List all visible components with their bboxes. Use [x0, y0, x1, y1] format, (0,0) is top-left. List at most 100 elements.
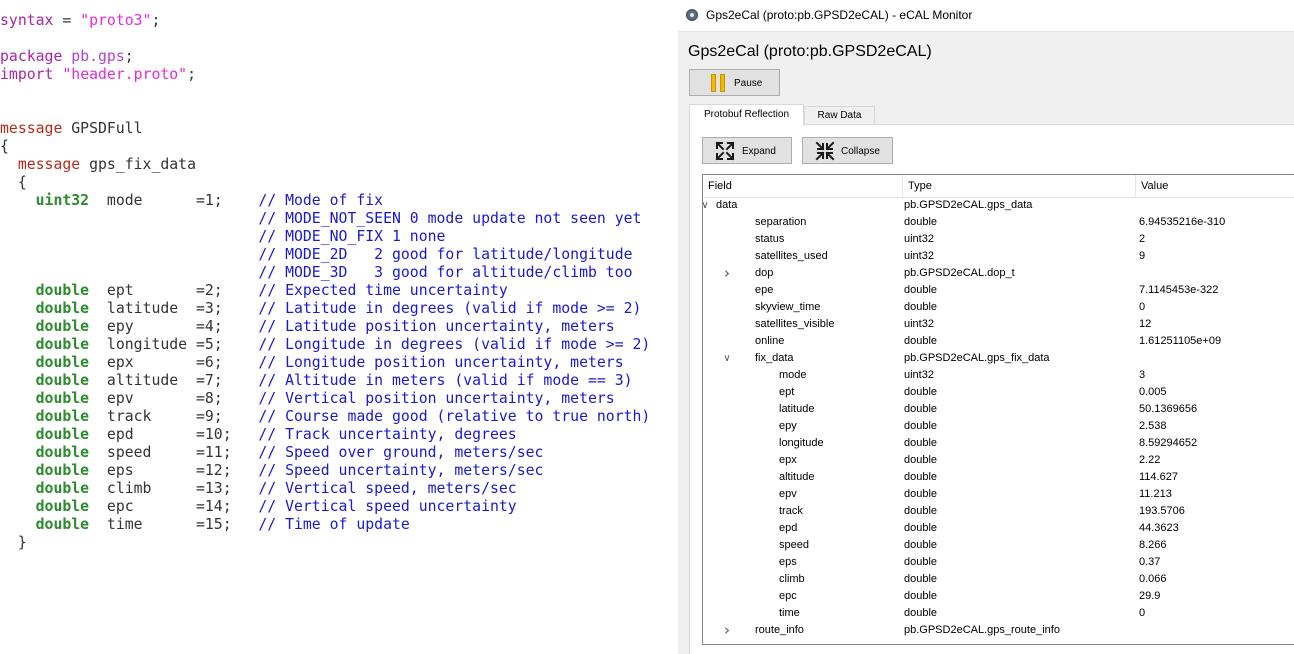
- protobuf-tree-view[interactable]: Field Type Value ∨ data pb.GPSD2eCAL.gps_d…: [702, 174, 1294, 645]
- tree-row[interactable]: speed double 8.266: [703, 537, 1294, 554]
- proto-code-editor[interactable]: syntax = "proto3"; package pb.gps; import…: [0, 0, 676, 654]
- code-token: package: [0, 48, 63, 65]
- tree-field-value: 12: [1139, 318, 1152, 330]
- tree-field-value: 3: [1139, 369, 1146, 381]
- tree-row[interactable]: ept double 0.005: [703, 384, 1294, 401]
- code-line: double eps =12; // Speed uncertainty, me…: [0, 462, 650, 480]
- code-token: uint32: [35, 192, 90, 209]
- code-token: // Vertical position uncertainty, meters: [258, 390, 615, 407]
- tree-field-value: 50.1369656: [1139, 403, 1198, 415]
- code-line: double track =9; // Course made good (re…: [0, 408, 651, 426]
- tree-row[interactable]: time double 0: [703, 605, 1294, 622]
- column-header-type[interactable]: Type: [903, 175, 1136, 197]
- tree-field-type: double: [904, 556, 938, 568]
- tree-row[interactable]: epd double 44.3623: [703, 520, 1294, 537]
- collapse-label: Collapse: [841, 146, 880, 157]
- code-token: // MODE_NOT_SEEN 0 mode update not seen …: [258, 210, 642, 227]
- code-token: // Longitude position uncertainty, meter…: [258, 354, 624, 371]
- code-line: double epd =10; // Track uncertainty, de…: [0, 426, 650, 444]
- code-line: package pb.gps;: [0, 48, 650, 66]
- ecal-monitor-icon: [686, 9, 698, 21]
- window-titlebar[interactable]: Gps2eCal (proto:pb.GPSD2eCAL) - eCAL Mon…: [678, 0, 1294, 32]
- tree-row[interactable]: epc double 29.9: [703, 588, 1294, 605]
- tree-field-name: epe: [755, 284, 774, 296]
- tree-row[interactable]: status uint32 2: [703, 231, 1294, 248]
- tree-row[interactable]: longitude double 8.59294652: [703, 435, 1294, 452]
- tree-row[interactable]: ∨ fix_data pb.GPSD2eCAL.gps_fix_data: [703, 350, 1294, 367]
- tree-field-name: dop: [755, 267, 774, 279]
- tree-row[interactable]: › dop pb.GPSD2eCAL.dop_t: [703, 265, 1294, 282]
- tree-field-name: route_info: [755, 624, 804, 636]
- tree-row[interactable]: mode uint32 3: [703, 367, 1294, 384]
- tab-protobuf-reflection[interactable]: Protobuf Reflection: [689, 104, 804, 126]
- tree-field-type: double: [904, 522, 938, 534]
- code-token: {: [0, 138, 9, 155]
- code-token: double: [35, 300, 90, 317]
- tree-field-name: epy: [779, 420, 797, 432]
- tree-row[interactable]: epe double 7.1145453e-322: [703, 282, 1294, 299]
- code-line: double epv =8; // Vertical position unce…: [0, 390, 650, 408]
- code-token: // MODE_2D 2 good for latitude/longitude: [258, 246, 633, 263]
- code-line: double epc =14; // Vertical speed uncert…: [0, 498, 650, 516]
- code-line: double epy =4; // Latitude position unce…: [0, 318, 650, 336]
- column-header-field[interactable]: Field: [703, 175, 903, 197]
- tree-row[interactable]: climb double 0.066: [703, 571, 1294, 588]
- tree-field-type: pb.GPSD2eCAL.dop_t: [904, 267, 1015, 279]
- tab-raw-data[interactable]: Raw Data: [804, 106, 875, 125]
- code-token: epy =4;: [89, 318, 259, 335]
- code-line: import "header.proto";: [0, 66, 650, 84]
- chevron-right-icon[interactable]: ›: [721, 265, 733, 282]
- code-token: // Speed uncertainty, meters/sec: [258, 462, 544, 479]
- code-token: eps =12;: [89, 462, 259, 479]
- tree-row[interactable]: track double 193.5706: [703, 503, 1294, 520]
- expand-button[interactable]: Expand: [702, 137, 792, 164]
- code-line: double epx =6; // Longitude position unc…: [0, 354, 650, 372]
- chevron-right-icon[interactable]: ›: [721, 622, 733, 639]
- tree-row[interactable]: epx double 2.22: [703, 452, 1294, 469]
- tree-row[interactable]: separation double 6.94535216e-310: [703, 214, 1294, 231]
- code-token: ;: [151, 12, 161, 29]
- code-token: // Longitude in degrees (valid if mode >…: [258, 336, 651, 353]
- tree-row[interactable]: latitude double 50.1369656: [703, 401, 1294, 418]
- code-token: epv =8;: [89, 390, 259, 407]
- code-token: "proto3": [80, 12, 152, 29]
- tree-row[interactable]: satellites_visible uint32 12: [703, 316, 1294, 333]
- code-token: epc =14;: [89, 498, 259, 515]
- ecal-monitor-window: Gps2eCal (proto:pb.GPSD2eCAL) - eCAL Mon…: [678, 0, 1294, 654]
- pause-button[interactable]: Pause: [689, 69, 780, 96]
- tree-row[interactable]: eps double 0.37: [703, 554, 1294, 571]
- tree-field-type: uint32: [904, 233, 934, 245]
- tree-field-name: status: [755, 233, 785, 245]
- code-line: // MODE_3D 3 good for altitude/climb too: [0, 264, 650, 282]
- tree-field-type: double: [904, 216, 938, 228]
- tree-row[interactable]: satellites_used uint32 9: [703, 248, 1294, 265]
- chevron-down-icon[interactable]: ∨: [703, 197, 711, 214]
- tree-row[interactable]: › route_info pb.GPSD2eCAL.gps_route_info: [703, 622, 1294, 639]
- tree-field-type: uint32: [904, 318, 934, 330]
- topic-heading: Gps2eCal (proto:pb.GPSD2eCAL): [688, 43, 932, 60]
- tree-field-name: track: [779, 505, 803, 517]
- code-token: double: [35, 372, 90, 389]
- tree-row[interactable]: altitude double 114.627: [703, 469, 1294, 486]
- tree-row[interactable]: ∨ data pb.GPSD2eCAL.gps_data: [703, 197, 1294, 214]
- code-token: syntax: [0, 12, 54, 29]
- tree-field-type: double: [904, 437, 938, 449]
- tree-row[interactable]: online double 1.61251105e+09: [703, 333, 1294, 350]
- collapse-button[interactable]: Collapse: [802, 137, 893, 164]
- tree-rows: ∨ data pb.GPSD2eCAL.gps_data separation doub…: [703, 197, 1294, 639]
- code-token: // Mode of fix: [258, 192, 384, 209]
- tree-row[interactable]: epy double 2.538: [703, 418, 1294, 435]
- tree-row[interactable]: skyview_time double 0: [703, 299, 1294, 316]
- tree-field-type: double: [904, 403, 938, 415]
- tree-row[interactable]: epv double 11.213: [703, 486, 1294, 503]
- column-header-value[interactable]: Value: [1136, 175, 1294, 197]
- tree-field-name: data: [716, 199, 738, 211]
- chevron-down-icon[interactable]: ∨: [721, 350, 733, 367]
